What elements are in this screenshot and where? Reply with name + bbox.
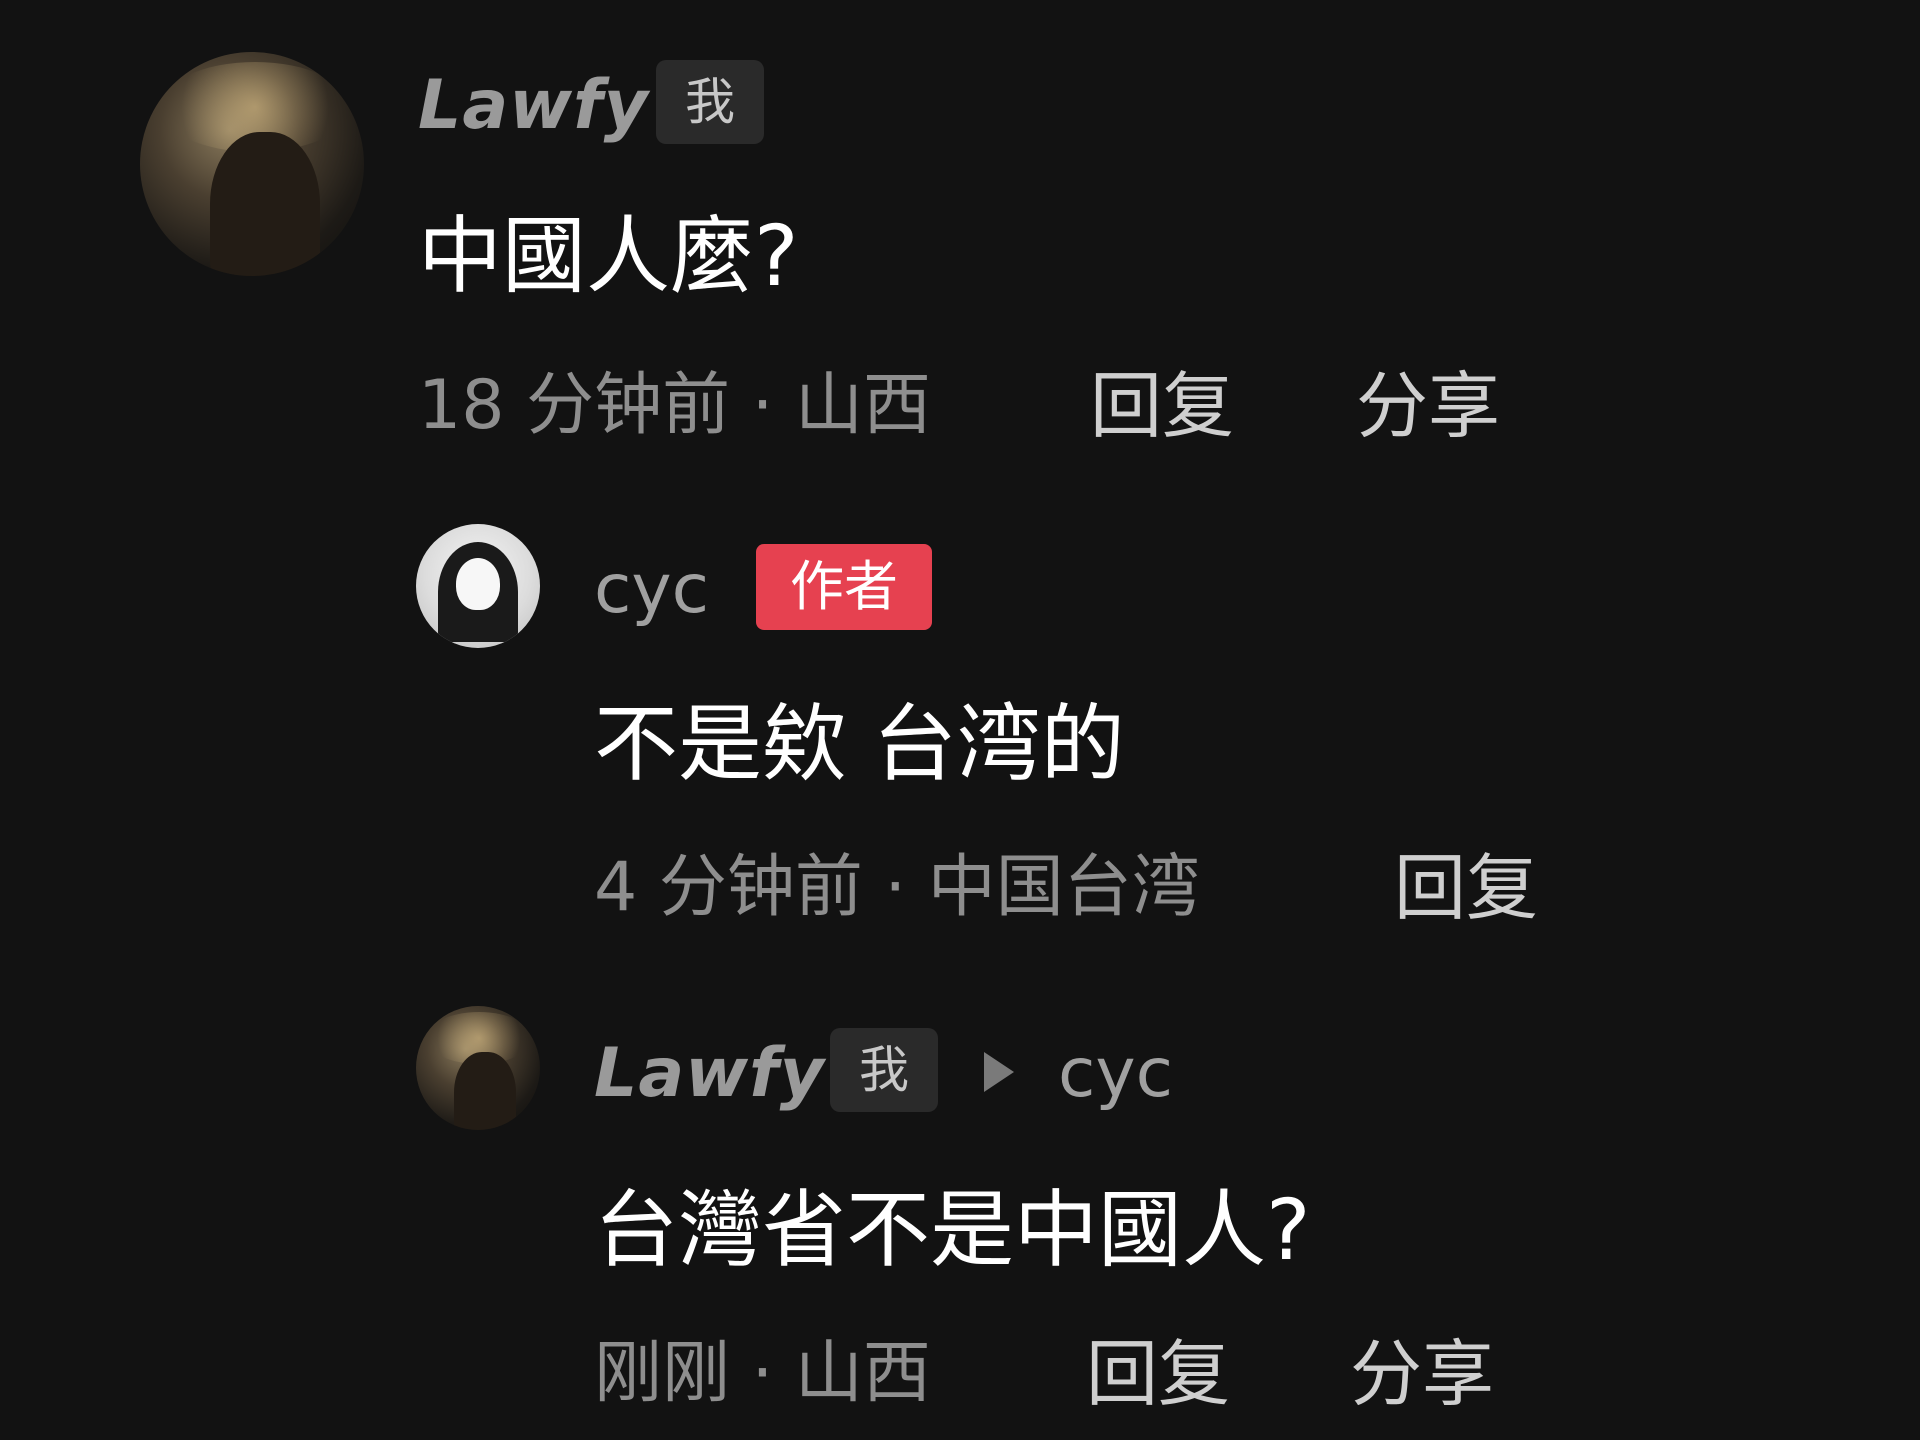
avatar-figure [210,132,320,276]
me-badge: 我 [656,60,764,144]
me-badge: 我 [830,1028,938,1112]
share-button[interactable]: 分享 [1356,364,1500,448]
avatar-figure [454,1052,516,1130]
avatar[interactable] [416,524,540,648]
comment-text: 不是欸 台湾的 [594,695,1125,793]
avatar-face [456,558,500,610]
username[interactable]: Lawfy [594,1034,825,1114]
reply-button[interactable]: 回复 [1090,364,1234,448]
reply-button[interactable]: 回复 [1086,1332,1230,1416]
comment-text: 台灣省不是中國人? [594,1181,1311,1279]
comment-meta: 刚刚 · 山西 [594,1334,931,1413]
avatar[interactable] [416,1006,540,1130]
username[interactable]: Lawfy [418,66,649,146]
reply-arrow-icon [984,1052,1014,1092]
reply-button[interactable]: 回复 [1394,846,1538,930]
comment-meta: 18 分钟前 · 山西 [418,366,931,445]
author-badge: 作者 [756,544,932,630]
comment-meta: 4 分钟前 · 中国台湾 [594,848,1200,927]
reply-to-username[interactable]: cyc [1058,1034,1173,1114]
share-button[interactable]: 分享 [1350,1332,1494,1416]
avatar[interactable] [140,52,364,276]
username[interactable]: cyc [594,550,709,630]
comment-text: 中國人麼? [418,207,799,305]
